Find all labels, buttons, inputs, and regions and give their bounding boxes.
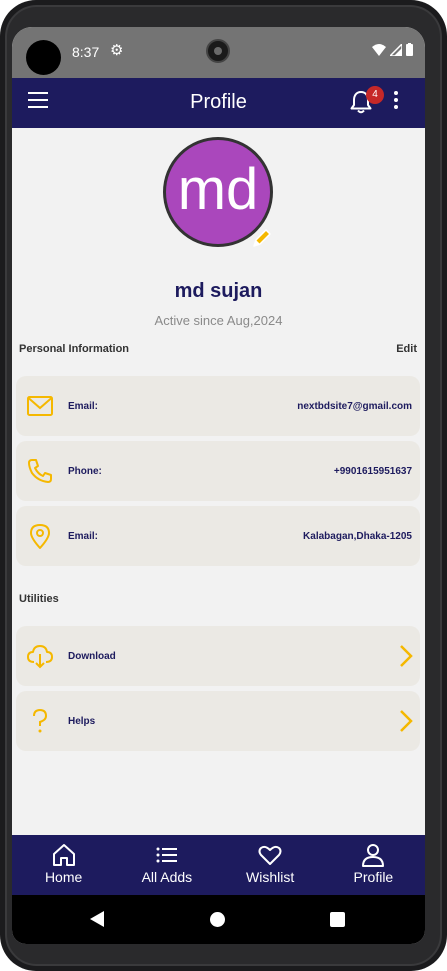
status-time: 8:37 [72, 44, 100, 60]
hamburger-menu-icon[interactable] [28, 92, 52, 114]
utility-label: Download [68, 651, 116, 662]
info-label: Email: [68, 531, 99, 542]
list-icon [156, 847, 177, 863]
info-value: Kalabagan,Dhaka-1205 [303, 531, 412, 542]
nav-label: Profile [353, 869, 394, 885]
phone-screen: 8:37 ⚙ Profile 4 md md sujan Active sinc… [12, 27, 425, 944]
user-name: md sujan [174, 280, 263, 302]
cloud-download-icon [27, 645, 53, 669]
chevron-right-icon [400, 710, 413, 732]
nav-item-all-adds[interactable]: All Adds [115, 835, 218, 895]
wifi-icon [372, 43, 386, 56]
status-icons [372, 43, 413, 56]
bottom-navigation: Home All Adds Wishlist Profile [12, 835, 425, 895]
recents-square-icon[interactable] [330, 912, 345, 927]
nav-label: Home [44, 869, 83, 885]
edit-link[interactable]: Edit [396, 343, 417, 355]
profile-content: md md sujan Active since Aug,2024 Person… [12, 128, 425, 835]
phone-frame: 8:37 ⚙ Profile 4 md md sujan Active sinc… [0, 0, 447, 971]
question-mark-icon [33, 708, 48, 733]
front-camera [206, 39, 230, 63]
active-since-text: Active since Aug,2024 [154, 313, 283, 328]
home-icon [52, 844, 75, 866]
chevron-right-icon [400, 645, 413, 667]
status-bar: 8:37 ⚙ [12, 27, 425, 78]
phone-icon [28, 459, 52, 483]
edit-avatar-pencil-icon[interactable] [250, 226, 274, 250]
info-label: Phone: [68, 466, 102, 477]
personal-information-heading: Personal Information [19, 343, 130, 355]
utility-card-helps[interactable]: Helps [16, 691, 420, 751]
nav-item-wishlist[interactable]: Wishlist [219, 835, 322, 895]
utilities-heading: Utilities [19, 593, 59, 605]
system-navigation-bar [12, 895, 425, 944]
nav-label: Wishlist [246, 869, 295, 885]
nav-label: All Adds [141, 869, 193, 885]
battery-icon [406, 43, 413, 56]
info-card-address[interactable]: Email: Kalabagan,Dhaka-1205 [16, 506, 420, 566]
person-icon [362, 844, 385, 867]
back-triangle-icon[interactable] [90, 911, 104, 927]
heart-icon [258, 845, 282, 865]
info-card-phone[interactable]: Phone: +9901615951637 [16, 441, 420, 501]
info-value: +9901615951637 [333, 466, 412, 477]
notification-bell-button[interactable]: 4 [350, 86, 384, 116]
utility-card-download[interactable]: Download [16, 626, 420, 686]
home-circle-icon[interactable] [210, 912, 225, 927]
info-label: Email: [68, 401, 99, 412]
utility-label: Helps [68, 716, 96, 727]
more-options-icon[interactable] [390, 91, 402, 115]
app-bar: Profile 4 [12, 78, 425, 128]
settings-gear-icon: ⚙ [110, 42, 124, 59]
nav-item-profile[interactable]: Profile [322, 835, 425, 895]
location-pin-icon [30, 524, 50, 549]
info-value: nextbdsite7@gmail.com [297, 401, 412, 412]
mail-icon [27, 396, 53, 416]
info-card-email[interactable]: Email: nextbdsite7@gmail.com [16, 376, 420, 436]
signal-icon [390, 43, 402, 56]
camera-punch-hole [26, 40, 61, 75]
notification-badge: 4 [366, 86, 384, 104]
nav-item-home[interactable]: Home [12, 835, 115, 895]
